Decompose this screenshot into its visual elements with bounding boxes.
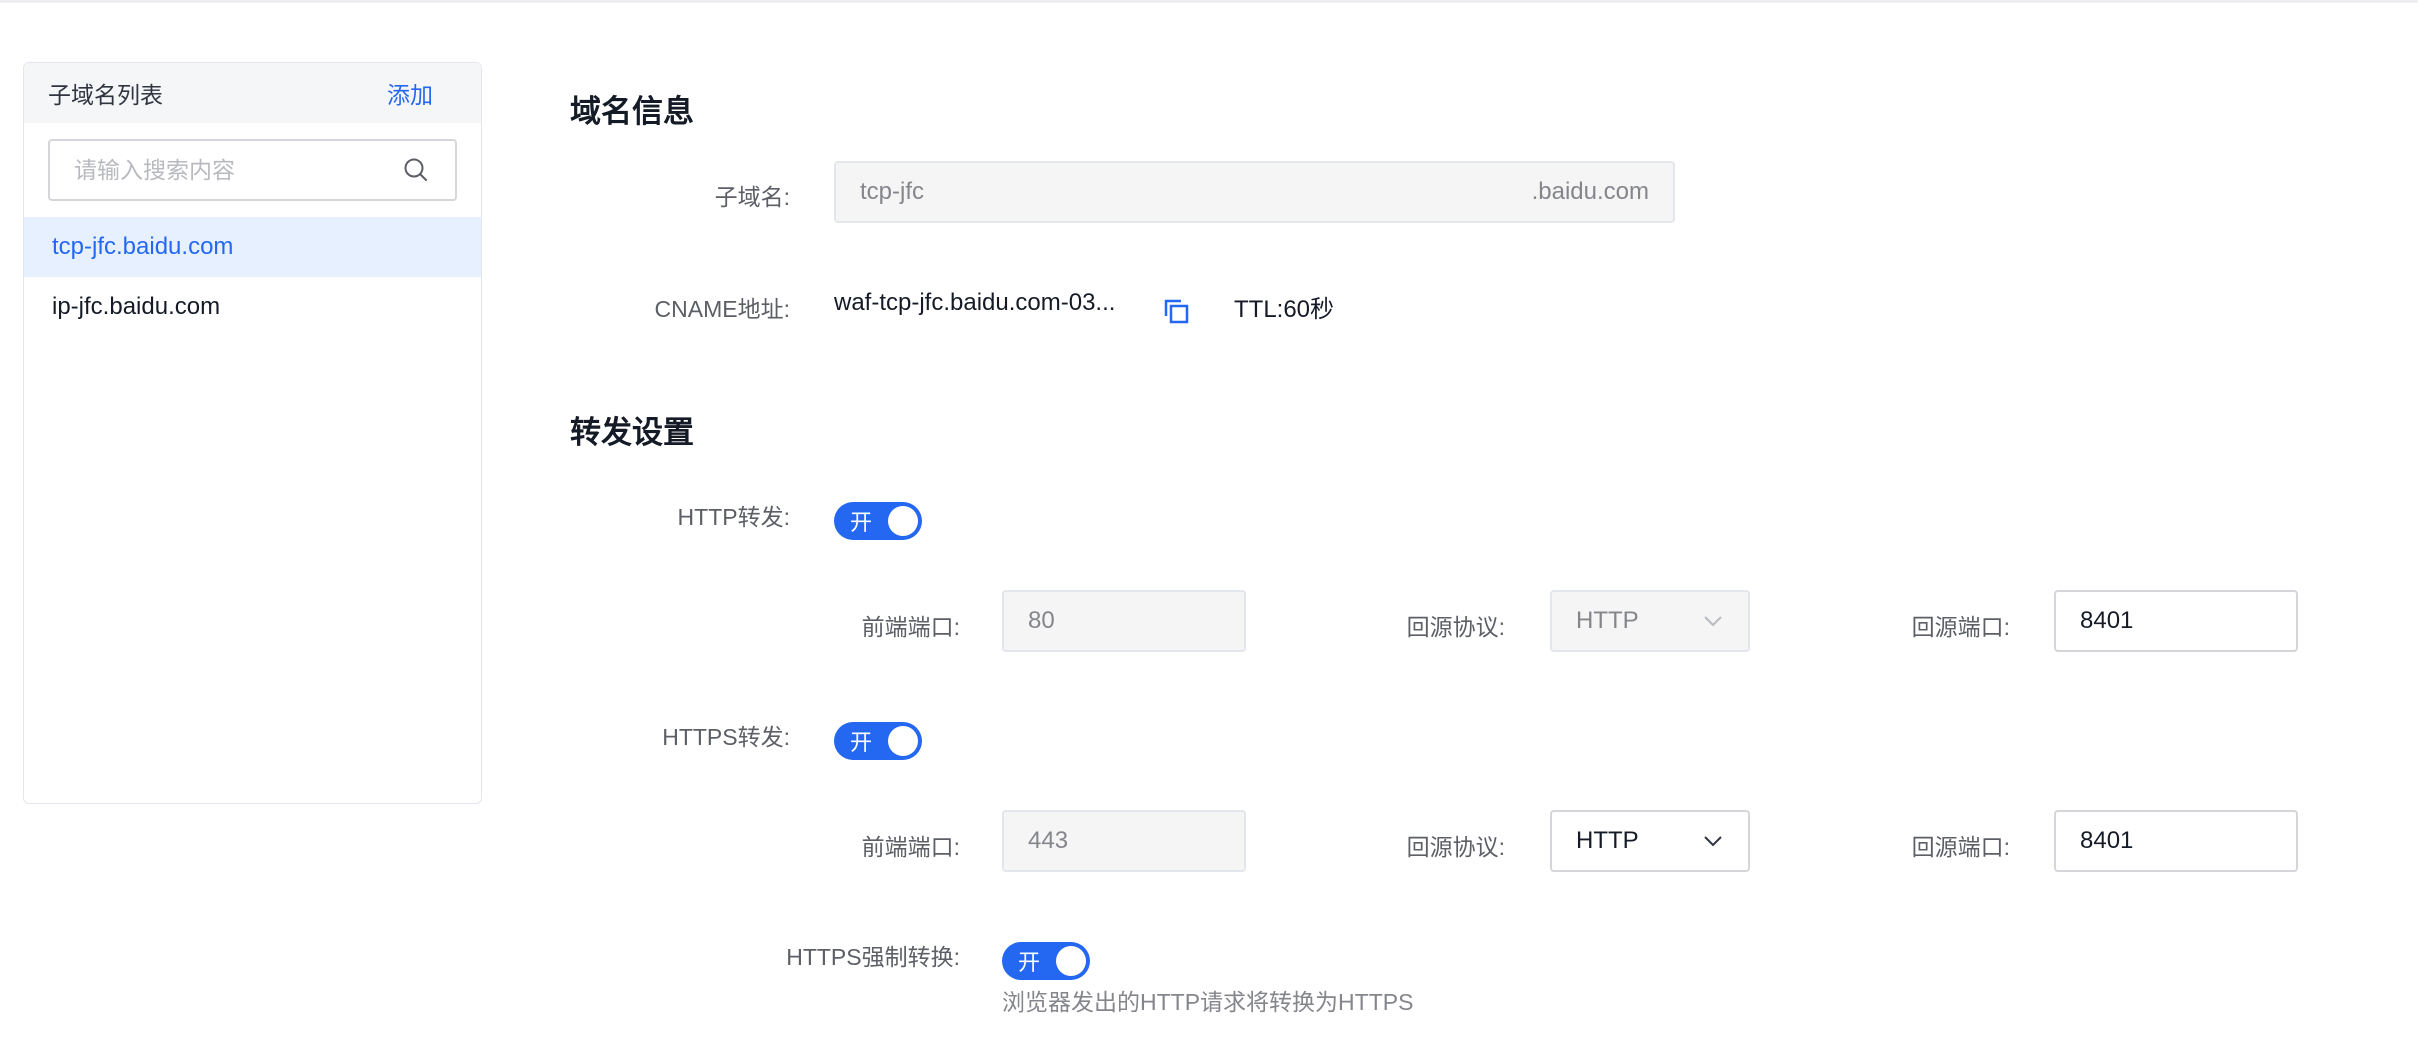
ttl-text: TTL:60秒 bbox=[1234, 296, 1335, 323]
list-item[interactable]: tcp-jfc.baidu.com bbox=[24, 217, 481, 277]
add-subdomain-button[interactable]: 添加 bbox=[387, 76, 433, 110]
subdomain-list-panel: 子域名列表 添加 tcp-jfc.baidu.com ip-jfc.baidu.… bbox=[23, 62, 482, 804]
subdomain-field: tcp-jfc .baidu.com bbox=[834, 161, 1675, 223]
subdomain-list-title: 子域名列表 bbox=[48, 82, 163, 108]
https-protocol-value: HTTP bbox=[1576, 827, 1639, 854]
https-force-label: HTTPS强制转换: bbox=[786, 944, 960, 970]
cname-value: waf-tcp-jfc.baidu.com-03... bbox=[834, 289, 1116, 316]
https-origin-port-label: 回源端口: bbox=[1911, 834, 2010, 860]
subdomain-suffix: .baidu.com bbox=[1531, 178, 1649, 205]
chevron-down-icon bbox=[1702, 827, 1724, 855]
http-forward-switch[interactable]: 开 bbox=[834, 502, 922, 540]
https-protocol-select[interactable]: HTTP bbox=[1550, 810, 1750, 872]
copy-icon[interactable] bbox=[1162, 297, 1190, 325]
search-icon[interactable] bbox=[401, 155, 431, 185]
chevron-down-icon bbox=[1702, 607, 1724, 635]
http-frontend-port-input: 80 bbox=[1002, 590, 1246, 652]
switch-knob bbox=[888, 506, 918, 536]
http-frontend-port-label: 前端端口: bbox=[861, 614, 960, 640]
http-protocol-select: HTTP bbox=[1550, 590, 1750, 652]
switch-text: 开 bbox=[1018, 950, 1041, 975]
search-box bbox=[48, 139, 457, 201]
https-frontend-port-label: 前端端口: bbox=[861, 834, 960, 860]
forwarding-title: 转发设置 bbox=[570, 415, 694, 450]
https-force-hint: 浏览器发出的HTTP请求将转换为HTTPS bbox=[1002, 989, 1414, 1015]
http-protocol-value: HTTP bbox=[1576, 607, 1639, 634]
https-origin-port-input[interactable]: 8401 bbox=[2054, 810, 2298, 872]
cname-label: CNAME地址: bbox=[654, 296, 790, 322]
http-forward-label: HTTP转发: bbox=[677, 504, 790, 530]
subdomain-value: tcp-jfc bbox=[860, 178, 925, 205]
https-forward-switch[interactable]: 开 bbox=[834, 722, 922, 760]
http-origin-port-input[interactable]: 8401 bbox=[2054, 590, 2298, 652]
subdomain-list-header: 子域名列表 添加 bbox=[24, 63, 481, 123]
https-protocol-label: 回源协议: bbox=[1406, 834, 1505, 860]
https-force-switch[interactable]: 开 bbox=[1002, 942, 1090, 980]
http-origin-port-label: 回源端口: bbox=[1911, 614, 2010, 640]
switch-knob bbox=[888, 726, 918, 756]
http-protocol-label: 回源协议: bbox=[1406, 614, 1505, 640]
switch-text: 开 bbox=[850, 510, 873, 535]
subdomain-label: 子域名: bbox=[714, 184, 790, 210]
https-frontend-port-input: 443 bbox=[1002, 810, 1246, 872]
top-divider bbox=[0, 0, 2418, 3]
search-input[interactable] bbox=[74, 156, 402, 184]
https-forward-label: HTTPS转发: bbox=[662, 724, 790, 750]
domain-info-title: 域名信息 bbox=[570, 94, 694, 129]
list-item[interactable]: ip-jfc.baidu.com bbox=[24, 277, 481, 337]
switch-knob bbox=[1056, 946, 1086, 976]
switch-text: 开 bbox=[850, 730, 873, 755]
